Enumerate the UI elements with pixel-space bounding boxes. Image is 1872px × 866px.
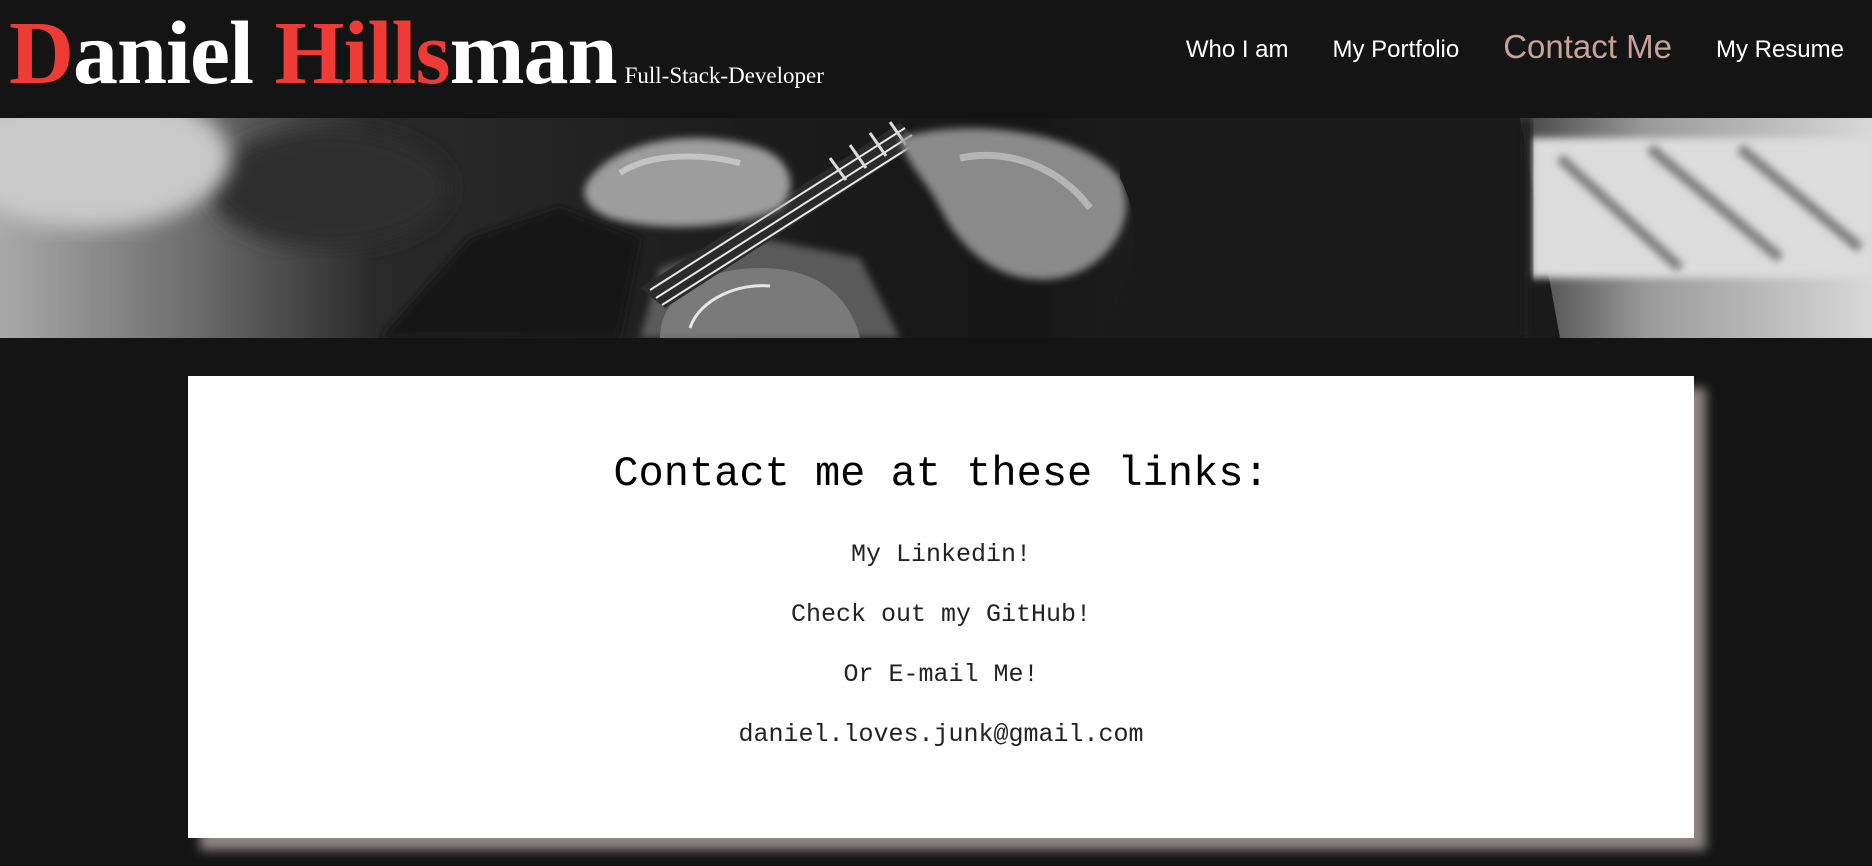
- guitar-photo-illustration: [0, 118, 1872, 338]
- site-brand[interactable]: Daniel Hillsman Full-Stack-Developer: [9, 4, 824, 104]
- brand-tagline: Full-Stack-Developer: [624, 63, 824, 88]
- contact-links: My Linkedin! Check out my GitHub! Or E-m…: [188, 538, 1694, 752]
- github-link[interactable]: Check out my GitHub!: [188, 598, 1694, 632]
- nav-my-resume[interactable]: My Resume: [1716, 36, 1844, 64]
- nav-who-i-am[interactable]: Who I am: [1186, 36, 1289, 64]
- email-address: daniel.loves.junk@gmail.com: [738, 720, 1144, 749]
- main-nav: Who I am My Portfolio Contact Me My Resu…: [1142, 0, 1844, 100]
- email-link[interactable]: Or E-mail Me!: [188, 658, 1694, 692]
- brand-name: Daniel Hillsman: [9, 4, 618, 103]
- contact-card: Contact me at these links: My Linkedin! …: [188, 376, 1694, 838]
- contact-title: Contact me at these links:: [613, 450, 1269, 498]
- site-header: Daniel Hillsman Full-Stack-Developer Who …: [0, 0, 1872, 118]
- brand-last-accent: Hills: [274, 4, 451, 103]
- nav-contact-me[interactable]: Contact Me: [1503, 28, 1672, 66]
- hero-banner-image: [0, 118, 1872, 338]
- brand-first-rest: aniel: [73, 4, 275, 103]
- linkedin-link[interactable]: My Linkedin!: [188, 538, 1694, 572]
- brand-last-rest: man: [449, 4, 618, 103]
- brand-initial-d: D: [9, 4, 74, 103]
- nav-my-portfolio[interactable]: My Portfolio: [1333, 36, 1460, 64]
